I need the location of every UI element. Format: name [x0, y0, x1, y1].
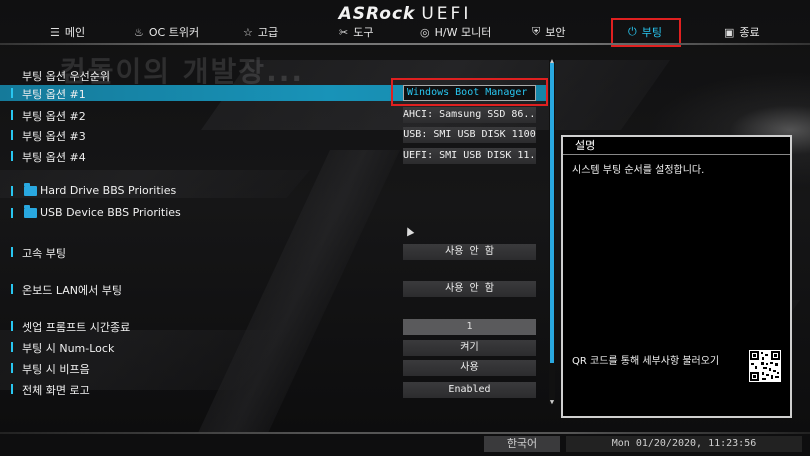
- setting-label: 부팅 시 비프음: [22, 363, 90, 376]
- scrollbar[interactable]: ▲ ▼: [549, 58, 555, 406]
- tab-label: H/W 모니터: [434, 26, 492, 39]
- datetime-display: Mon 01/20/2020, 11:23:56: [566, 436, 802, 452]
- boot-option-1-highlight: [391, 78, 548, 106]
- setting-label: 부팅 시 Num-Lock: [22, 342, 115, 355]
- star-icon: ☆: [243, 25, 253, 39]
- setup-prompt-timeout-value[interactable]: 1: [403, 319, 536, 335]
- submenu-label: USB Device BBS Priorities: [40, 206, 181, 219]
- option-label: 부팅 옵션 #1: [22, 88, 86, 101]
- setting-label: 고속 부팅: [22, 247, 66, 260]
- tab-tools[interactable]: ✂ 도구: [339, 22, 373, 42]
- product-name: UEFI: [421, 4, 472, 24]
- boot-option-4-value[interactable]: UEFI: SMI USB DISK 11...: [403, 148, 536, 164]
- option-label: 부팅 옵션 #3: [22, 130, 86, 143]
- row-marker: [11, 321, 13, 331]
- top-navigation: ☰ 메인 ♨ OC 트위커 ☆ 고급 ✂ 도구 ◎ H/W 모니터 ⛨ 보안 ⏻ 부팅 ▣ 종료: [0, 22, 810, 42]
- help-panel-text: 시스템 부팅 순서를 설정합니다.: [572, 165, 705, 176]
- usb-device-priorities-row[interactable]: USB Device BBS Priorities: [0, 205, 548, 221]
- boot-beep-value[interactable]: 사용: [403, 360, 536, 376]
- flame-icon: ♨: [134, 25, 144, 39]
- option-label: 부팅 옵션 #4: [22, 151, 86, 164]
- setting-label: 셋업 프롬프트 시간종료: [22, 321, 131, 334]
- footer-divider: [0, 432, 810, 434]
- folder-icon: [24, 205, 37, 218]
- tab-hw-monitor[interactable]: ◎ H/W 모니터: [420, 22, 491, 42]
- row-marker: [11, 384, 13, 394]
- tab-label: 종료: [739, 26, 760, 39]
- qr-code-icon[interactable]: [749, 350, 781, 382]
- row-marker: [11, 342, 13, 352]
- row-marker: [11, 88, 13, 98]
- brand-logo: ASRock UEFI: [0, 4, 810, 24]
- nav-divider: [0, 43, 810, 45]
- row-marker: [11, 208, 13, 218]
- setting-label: 전체 화면 로고: [22, 384, 90, 397]
- exit-icon: ▣: [724, 25, 735, 39]
- scrollbar-thumb[interactable]: [550, 63, 554, 363]
- row-marker: [11, 247, 13, 257]
- help-panel: 설명 시스템 부팅 순서를 설정합니다. QR 코드를 통해 세부사항 불러오기: [561, 135, 792, 418]
- monitor-icon: ◎: [420, 25, 430, 39]
- onboard-lan-boot-value[interactable]: 사용 안 함: [403, 281, 536, 297]
- shield-icon: ⛨: [532, 25, 541, 38]
- row-marker: [11, 363, 13, 373]
- bootup-numlock-value[interactable]: 켜기: [403, 340, 536, 356]
- tab-label: 도구: [353, 26, 374, 39]
- submenu-label: Hard Drive BBS Priorities: [40, 184, 177, 197]
- list-icon: ☰: [50, 25, 60, 39]
- help-panel-title: 설명: [563, 137, 790, 155]
- row-marker: [11, 130, 13, 140]
- boot-option-3-value[interactable]: USB: SMI USB DISK 1100: [403, 127, 536, 143]
- brand-name: ASRock: [338, 4, 416, 24]
- row-marker: [11, 110, 13, 120]
- tab-main[interactable]: ☰ 메인: [50, 22, 85, 42]
- section-title: 부팅 옵션 우선순위: [22, 70, 110, 83]
- tab-exit[interactable]: ▣ 종료: [724, 22, 760, 42]
- tab-label: 고급: [257, 26, 279, 39]
- language-selector[interactable]: 한국어: [484, 436, 560, 452]
- setting-label: 온보드 LAN에서 부팅: [22, 284, 122, 297]
- full-screen-logo-value[interactable]: Enabled: [403, 382, 536, 398]
- option-label: 부팅 옵션 #2: [22, 110, 86, 123]
- row-marker: [11, 151, 13, 161]
- folder-icon: [24, 183, 37, 196]
- tab-label: 메인: [64, 26, 86, 39]
- scroll-down-arrow-icon[interactable]: ▼: [549, 399, 555, 406]
- fast-boot-value[interactable]: 사용 안 함: [403, 244, 536, 260]
- qr-caption: QR 코드를 통해 세부사항 불러오기: [572, 356, 720, 367]
- tab-oc-tweaker[interactable]: ♨ OC 트위커: [134, 22, 199, 42]
- row-marker: [11, 284, 13, 294]
- boot-option-2-value[interactable]: AHCI: Samsung SSD 86...: [403, 107, 536, 123]
- tools-icon: ✂: [339, 25, 349, 39]
- tab-label: OC 트위커: [148, 26, 200, 39]
- row-marker: [11, 186, 13, 196]
- tab-security[interactable]: ⛨ 보안: [532, 22, 566, 42]
- tab-advanced[interactable]: ☆ 고급: [243, 22, 278, 42]
- tab-label: 보안: [545, 26, 566, 39]
- hard-drive-priorities-row[interactable]: Hard Drive BBS Priorities: [0, 183, 548, 199]
